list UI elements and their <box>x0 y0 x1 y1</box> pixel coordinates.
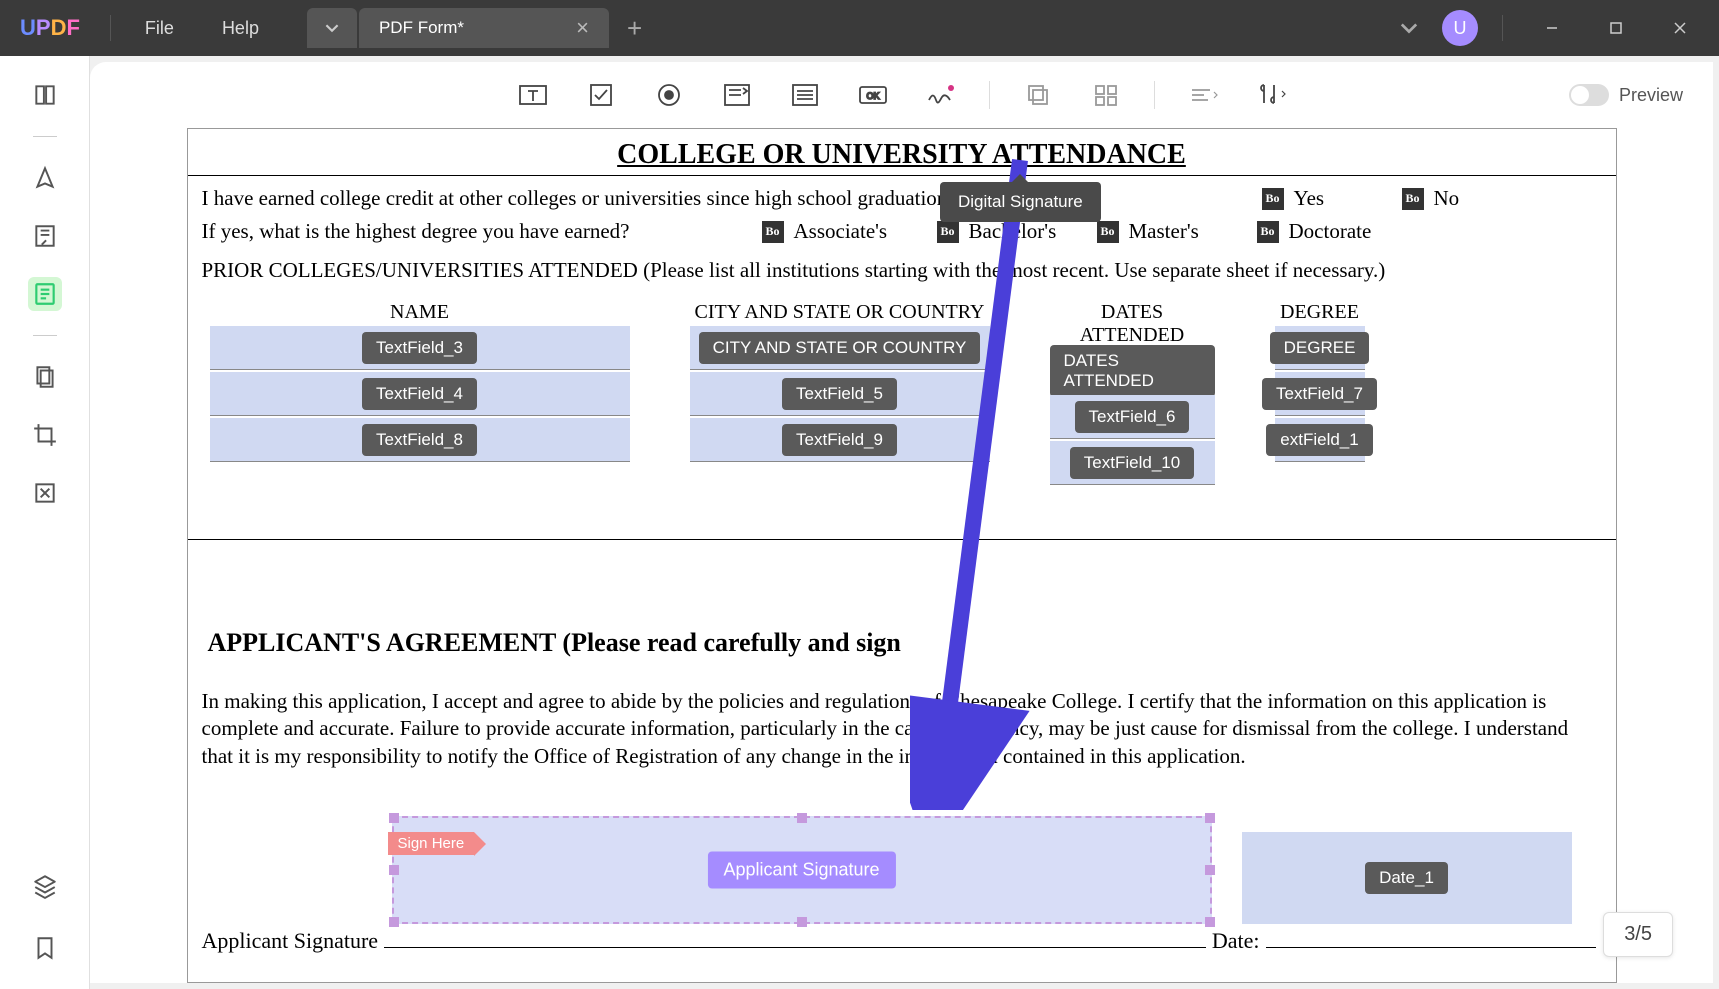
dropdown-tool[interactable] <box>717 75 757 115</box>
tab-label: PDF Form* <box>379 18 464 38</box>
separator <box>1154 81 1155 109</box>
resize-handle[interactable] <box>389 813 399 823</box>
radio-tool[interactable] <box>649 75 689 115</box>
content-area: OK Preview Digital Signature COLLEGE OR … <box>90 62 1713 983</box>
resize-handle[interactable] <box>797 813 807 823</box>
text-field[interactable]: DATES ATTENDED <box>1050 349 1215 393</box>
sign-here-tag: Sign Here <box>388 832 475 855</box>
resize-handle[interactable] <box>389 865 399 875</box>
resize-handle[interactable] <box>1205 865 1215 875</box>
maximize-button[interactable] <box>1591 8 1641 48</box>
new-tab-button[interactable]: + <box>627 13 642 44</box>
preview-toggle-area: Preview <box>1569 84 1683 106</box>
close-window-button[interactable] <box>1655 8 1705 48</box>
section-title: COLLEGE OR UNIVERSITY ATTENDANCE <box>188 129 1616 176</box>
listbox-tool[interactable] <box>785 75 825 115</box>
form-text: If yes, what is the highest degree you h… <box>202 219 762 244</box>
separator <box>1502 15 1503 41</box>
column-header: CITY AND STATE OR COUNTRY <box>690 287 990 324</box>
close-tab-icon[interactable]: × <box>576 15 589 41</box>
text-field[interactable]: CITY AND STATE OR COUNTRY <box>690 326 990 370</box>
chevron-down-icon <box>325 21 339 35</box>
title-bar: UPDF File Help PDF Form* × + U <box>0 0 1719 56</box>
text-field[interactable]: TextField_3 <box>210 326 630 370</box>
preview-label: Preview <box>1619 85 1683 106</box>
form-text: PRIOR COLLEGES/UNIVERSITIES ATTENDED (Pl… <box>202 258 1386 283</box>
digital-signature-tool[interactable] <box>921 75 961 115</box>
date-label: Date: <box>1212 928 1260 954</box>
bookmark-icon[interactable] <box>28 931 62 965</box>
form-toolbar: OK Preview <box>90 62 1713 128</box>
date-field-label: Date_1 <box>1365 862 1448 894</box>
form-editor-icon[interactable] <box>28 277 62 311</box>
separator <box>110 15 111 41</box>
separator <box>33 136 57 137</box>
signature-label: Applicant Signature <box>202 928 379 954</box>
column-header: DATES ATTENDED <box>1050 287 1215 347</box>
checkbox-field[interactable]: Bo <box>762 221 784 243</box>
align-tool[interactable] <box>1086 75 1126 115</box>
dropdown-button[interactable] <box>1390 18 1428 39</box>
separator <box>33 335 57 336</box>
home-tab-button[interactable] <box>307 8 357 48</box>
text-field[interactable]: TextField_4 <box>210 372 630 416</box>
tooltip: Digital Signature <box>940 182 1101 222</box>
checkbox-tool[interactable] <box>581 75 621 115</box>
menu-help[interactable]: Help <box>198 18 283 39</box>
distribute-tool[interactable] <box>1183 75 1223 115</box>
layers-icon[interactable] <box>28 869 62 903</box>
column-header: NAME <box>210 287 630 324</box>
divider <box>188 539 1616 540</box>
text-field[interactable]: extField_1 <box>1275 418 1365 462</box>
preview-toggle[interactable] <box>1569 84 1609 106</box>
date-field[interactable]: Date_1 <box>1242 832 1572 924</box>
app-logo: UPDF <box>0 15 100 41</box>
text-field[interactable]: TextField_9 <box>690 418 990 462</box>
resize-handle[interactable] <box>1205 813 1215 823</box>
text-field[interactable]: TextField_6 <box>1050 395 1215 439</box>
page-indicator[interactable]: 3/5 <box>1603 912 1673 957</box>
resize-handle[interactable] <box>389 917 399 927</box>
checkbox-field[interactable]: Bo <box>1262 188 1284 210</box>
checkbox-field[interactable]: Bo <box>937 221 959 243</box>
document-viewport[interactable]: COLLEGE OR UNIVERSITY ATTENDANCE I have … <box>90 128 1713 983</box>
text-field[interactable]: TextField_5 <box>690 372 990 416</box>
reader-icon[interactable] <box>28 78 62 112</box>
comment-icon[interactable] <box>28 161 62 195</box>
crop-icon[interactable] <box>28 418 62 452</box>
text-field[interactable]: DEGREE <box>1275 326 1365 370</box>
checkbox-field[interactable]: Bo <box>1257 221 1279 243</box>
text-field[interactable]: TextField_7 <box>1275 372 1365 416</box>
column-header: DEGREE <box>1275 287 1365 324</box>
signature-line <box>384 947 1206 948</box>
resize-handle[interactable] <box>1205 917 1215 927</box>
checkbox-field[interactable]: Bo <box>1097 221 1119 243</box>
date-line <box>1266 947 1596 948</box>
agreement-text: In making this application, I accept and… <box>188 688 1616 800</box>
minimize-button[interactable] <box>1527 8 1577 48</box>
agreement-heading: APPLICANT'S AGREEMENT (Please read caref… <box>188 568 1616 688</box>
redact-icon[interactable] <box>28 476 62 510</box>
edit-icon[interactable] <box>28 219 62 253</box>
tools-settings[interactable] <box>1251 75 1291 115</box>
organize-icon[interactable] <box>28 360 62 394</box>
text-field-tool[interactable] <box>513 75 553 115</box>
button-tool[interactable]: OK <box>853 75 893 115</box>
signature-field[interactable]: Sign Here Applicant Signature <box>392 816 1212 924</box>
checkbox-field[interactable]: Bo <box>1402 188 1424 210</box>
form-text: I have earned college credit at other co… <box>202 186 1262 211</box>
svg-text:OK: OK <box>866 91 879 101</box>
signature-field-label: Applicant Signature <box>707 851 895 888</box>
duplicate-tool[interactable] <box>1018 75 1058 115</box>
document-tab[interactable]: PDF Form* × <box>359 8 609 48</box>
pdf-page: COLLEGE OR UNIVERSITY ATTENDANCE I have … <box>187 128 1617 983</box>
separator <box>989 81 990 109</box>
resize-handle[interactable] <box>797 917 807 927</box>
tab-area: PDF Form* × + <box>307 8 642 48</box>
menu-file[interactable]: File <box>121 18 198 39</box>
user-avatar[interactable]: U <box>1442 10 1478 46</box>
text-field[interactable]: TextField_10 <box>1050 441 1215 485</box>
sidebar <box>0 56 90 989</box>
text-field[interactable]: TextField_8 <box>210 418 630 462</box>
